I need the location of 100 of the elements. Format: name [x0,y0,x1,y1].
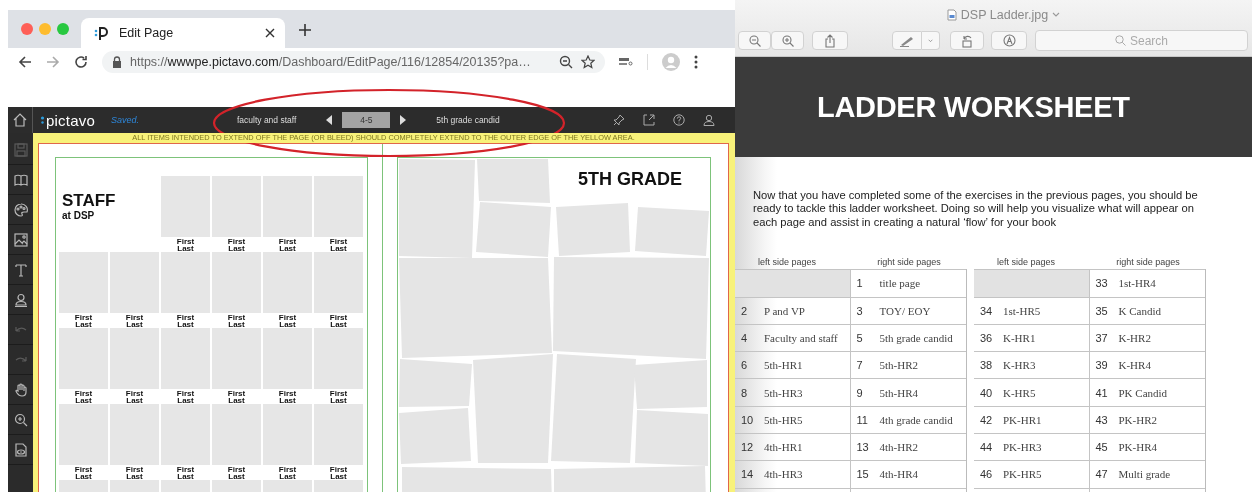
next-page-icon[interactable] [400,115,407,125]
share-icon[interactable] [643,114,655,126]
logo-dots-icon [40,115,45,125]
browser-tab[interactable]: Edit Page [81,18,285,48]
photo-caption: First Last [329,466,348,480]
page-label: P and VP [764,304,805,317]
column-header: right side pages [876,257,942,268]
lock-icon [112,55,122,68]
photo-placeholder[interactable] [314,252,363,313]
photo-placeholder[interactable] [212,328,261,389]
extension-icon[interactable] [619,56,633,67]
pin-icon[interactable] [613,114,625,126]
zoom-in-button[interactable] [771,31,804,50]
hand-icon[interactable] [13,382,28,397]
zoom-in-icon[interactable] [13,412,28,427]
photo-placeholder[interactable] [59,252,108,313]
photo-placeholder[interactable] [263,404,312,465]
home-icon[interactable] [13,113,27,127]
page-number: 4 [740,331,749,344]
photo-placeholder[interactable] [263,328,312,389]
text-tool-icon[interactable] [13,262,28,277]
avatar-icon[interactable] [662,52,680,71]
photo-caption: First Last [227,238,246,252]
markup-button[interactable] [892,31,922,50]
zoom-out-icon [748,34,761,47]
photo-caption: First Last [125,314,144,328]
photo-placeholder[interactable] [212,252,261,313]
help-icon[interactable] [673,114,685,126]
column-header: right side pages [1115,257,1181,268]
chevron-down-icon [928,37,933,44]
page-label: TOY/ EOY [879,304,931,317]
person-icon[interactable] [13,292,28,307]
palette-icon[interactable] [13,202,28,217]
document-preview-icon[interactable] [13,442,28,457]
photo-placeholder[interactable] [110,252,159,313]
page-label: K-HR3 [1003,359,1036,372]
zoom-out-button[interactable] [738,31,771,50]
zoom-out-icon[interactable] [559,54,573,69]
address-bar[interactable]: https://wwwpe.pictavo.com/Dashboard/EditPage/116/12854/20135?pa… [102,50,605,73]
back-icon[interactable] [18,54,32,69]
app-logo: pictavo [46,111,95,129]
minimize-window-button[interactable] [39,23,51,35]
window-title: DSP Ladder.jpg [960,8,1049,22]
dropdown-button[interactable] [922,31,940,50]
close-window-button[interactable] [21,23,33,35]
photo-placeholder[interactable] [161,328,210,389]
image-icon[interactable] [13,232,28,247]
page-label: 5th grade candid [879,331,953,344]
photo-placeholder[interactable] [314,176,363,237]
reload-icon[interactable] [74,54,88,69]
photo-placeholder[interactable] [212,404,261,465]
annotate-button[interactable] [991,31,1027,50]
page-label: K-HR5 [1003,386,1036,399]
page-label: Faculty and staff [764,331,838,344]
photo-placeholder[interactable] [212,176,261,237]
photo-caption: First Last [176,466,195,480]
previous-page-link[interactable]: faculty and staff [236,115,297,125]
zoom-window-button[interactable] [57,23,69,35]
share-button[interactable] [812,31,848,50]
page-subtitle: at DSP [62,210,95,221]
photo-caption: First Last [329,314,348,328]
book-icon[interactable] [13,172,28,187]
forward-icon[interactable] [46,54,60,69]
rotate-button[interactable] [950,31,984,50]
more-menu-icon[interactable] [694,54,698,69]
page-label: 5th-HR3 [764,386,803,399]
page-number-field[interactable]: 4-5 [342,112,391,128]
new-tab-icon[interactable] [299,24,311,36]
photo-placeholder[interactable] [59,404,108,465]
page-number: 36 [979,331,994,344]
photo-placeholder[interactable] [59,328,108,389]
search-icon [1115,35,1126,46]
photo-placeholder[interactable] [110,328,159,389]
page-number: 35 [1094,304,1109,317]
photo-placeholder[interactable] [161,252,210,313]
column-header: left side pages [995,257,1056,268]
page-label: K-HR1 [1003,331,1036,344]
page-label: K-HR4 [1118,359,1151,372]
zoom-in-icon [781,34,794,47]
photo-placeholder[interactable] [314,404,363,465]
user-icon[interactable] [703,114,715,126]
photo-placeholder[interactable] [263,176,312,237]
page-label: 5th-HR1 [764,359,803,372]
page-number: 10 [740,413,755,426]
photo-placeholder[interactable] [161,176,210,237]
page-label: PK-HR5 [1003,468,1042,481]
star-icon[interactable] [581,54,595,69]
previous-page-icon[interactable] [326,115,333,125]
page-number: 38 [979,359,994,372]
share-icon [824,33,836,48]
photo-caption: First Last [329,390,348,404]
photo-placeholder[interactable] [110,404,159,465]
next-page-link[interactable]: 5th grade candid [436,115,500,125]
photo-caption: First Last [227,466,246,480]
photo-placeholder[interactable] [263,252,312,313]
close-icon[interactable] [265,28,275,38]
page-number: 13 [855,441,870,454]
photo-placeholder[interactable] [161,404,210,465]
photo-placeholder[interactable] [314,328,363,389]
chevron-down-icon[interactable] [1052,12,1061,18]
